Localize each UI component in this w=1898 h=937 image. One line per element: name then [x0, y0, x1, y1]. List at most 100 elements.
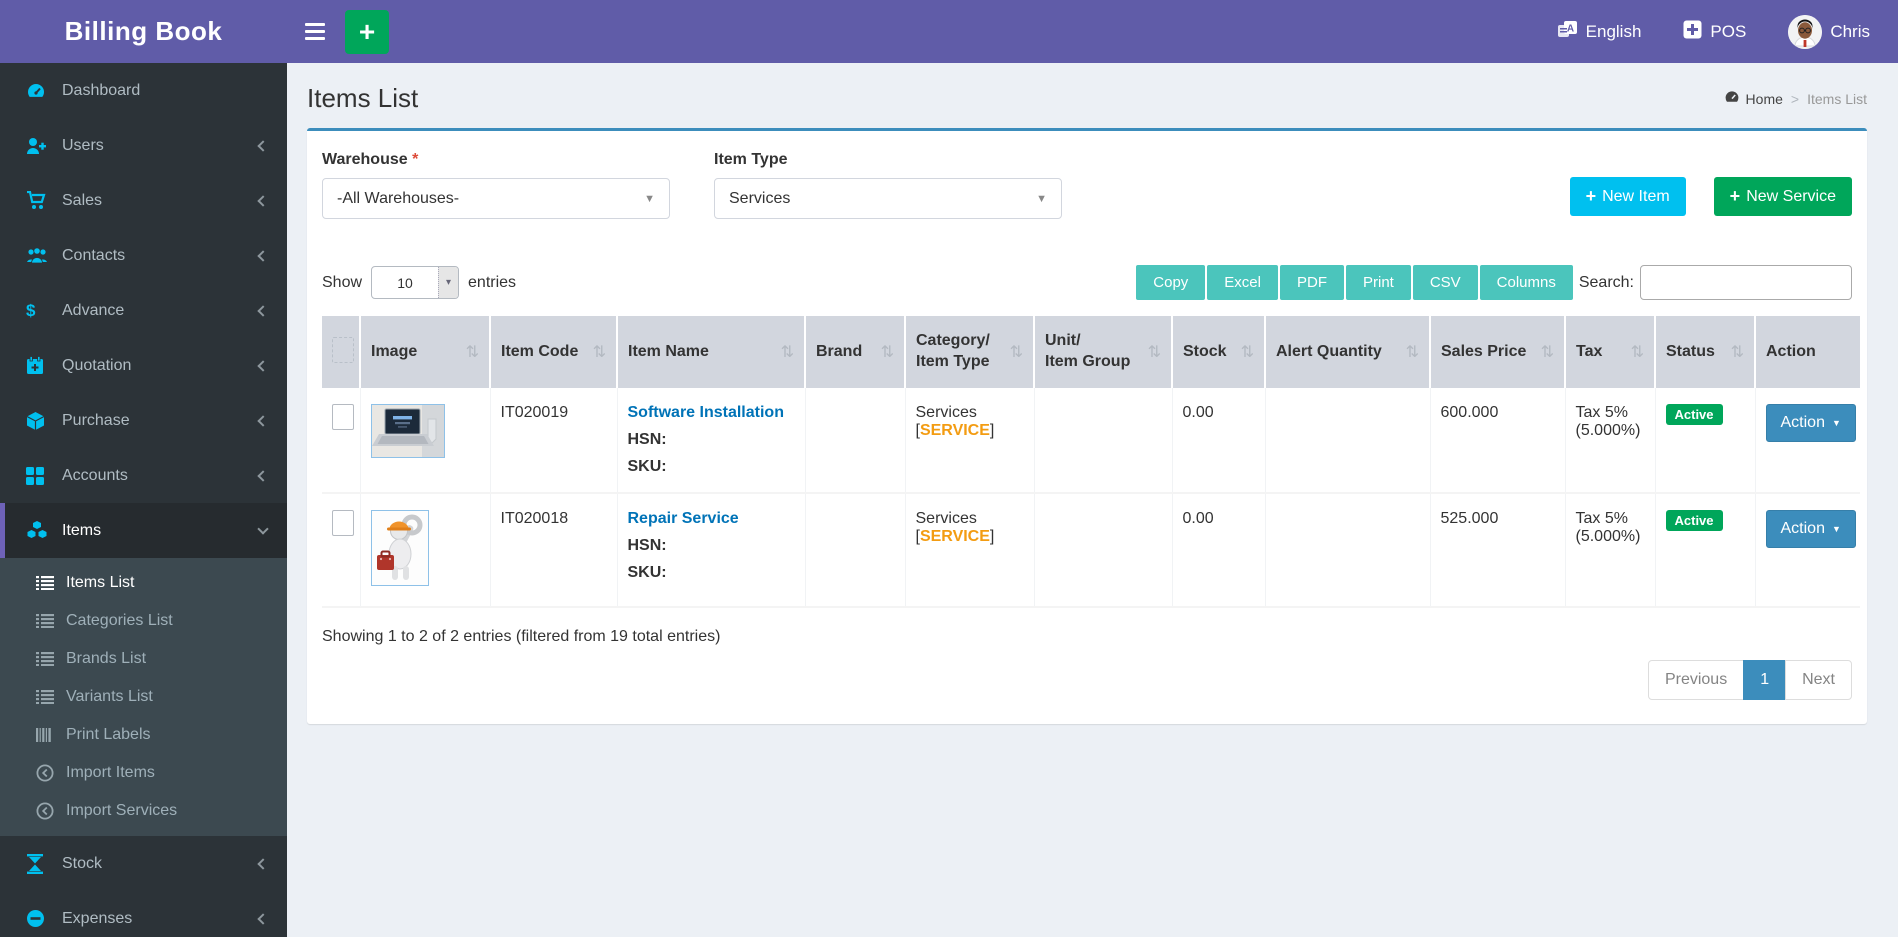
new-item-button[interactable]: + New Item [1569, 177, 1686, 216]
sidebar-subitem-brands-list[interactable]: Brands List [0, 640, 287, 678]
sidebar-subitem-import-services[interactable]: Import Services [0, 792, 287, 830]
sort-icon: ⇅ [1240, 343, 1254, 361]
item-name-link[interactable]: Software Installation [628, 404, 795, 422]
action-dropdown-button[interactable]: Action ▼ [1765, 404, 1856, 442]
sidebar-item-users[interactable]: Users [0, 118, 287, 173]
grid-icon [26, 466, 62, 485]
language-menu[interactable]: A English [1557, 19, 1641, 45]
sidebar-item-label: Stock [62, 854, 103, 872]
pos-button[interactable]: POS [1683, 20, 1746, 44]
hourglass-icon [26, 853, 62, 874]
main-content: Items List Home > Items List Warehouse *… [287, 63, 1898, 724]
column-header-unit[interactable]: Unit/ Item Group ⇅ [1033, 316, 1172, 388]
sort-icon: ⇅ [1730, 343, 1744, 361]
item-image-repair[interactable] [370, 510, 429, 586]
new-service-button[interactable]: + New Service [1713, 177, 1852, 216]
chevron-left-icon [257, 194, 269, 207]
row-checkbox[interactable] [332, 510, 354, 536]
pagination-next-button[interactable]: Next [1785, 660, 1852, 700]
item-name-link[interactable]: Repair Service [628, 510, 795, 528]
list-icon [36, 690, 66, 704]
select-all-checkbox[interactable] [332, 336, 354, 363]
list-icon [36, 614, 66, 628]
unit-cell [1033, 493, 1172, 608]
sidebar-item-dashboard[interactable]: Dashboard [0, 63, 287, 118]
warehouse-select[interactable]: -All Warehouses- ▼ [322, 178, 670, 219]
sidebar-subitem-items-list[interactable]: Items List [0, 564, 287, 602]
item-type-select[interactable]: Services ▼ [714, 178, 1062, 219]
columns-button[interactable]: Columns [1479, 265, 1573, 300]
column-header-status[interactable]: Status ⇅ [1654, 316, 1755, 388]
items-list-card: Warehouse * -All Warehouses- ▼ Item Type… [307, 128, 1867, 724]
sidebar-item-purchase[interactable]: Purchase [0, 393, 287, 448]
caret-down-icon: ▼ [1831, 418, 1841, 428]
caret-down-icon: ▼ [1036, 192, 1047, 205]
status-badge: Active [1665, 510, 1723, 531]
sidebar-subitem-label: Print Labels [66, 726, 151, 743]
sidebar-subitem-print-labels[interactable]: Print Labels [0, 716, 287, 754]
sidebar-subitem-label: Items List [66, 574, 135, 591]
plus-icon: + [358, 15, 376, 47]
caret-down-icon: ▼ [1831, 524, 1841, 534]
page-length-select[interactable]: 10 ▾ [371, 266, 460, 299]
sidebar-subitem-label: Brands List [66, 650, 147, 667]
sidebar-subitem-import-items[interactable]: Import Items [0, 754, 287, 792]
chevron-left-icon [257, 359, 269, 372]
column-header-sales-price[interactable]: Sales Price ⇅ [1429, 316, 1565, 388]
excel-button[interactable]: Excel [1207, 265, 1278, 300]
sidebar-subitem-categories-list[interactable]: Categories List [0, 602, 287, 640]
items-submenu: Items List Categories List Brands List V… [0, 558, 287, 836]
pdf-button[interactable]: PDF [1279, 265, 1344, 300]
sales-price-cell: 600.000 [1429, 388, 1565, 494]
entries-label: entries [468, 273, 517, 291]
csv-button[interactable]: CSV [1412, 265, 1478, 300]
sidebar-item-stock[interactable]: Stock [0, 836, 287, 891]
sidebar-item-label: Sales [62, 191, 103, 209]
search-input[interactable] [1640, 265, 1852, 300]
sidebar-item-quotation[interactable]: Quotation [0, 338, 287, 393]
brand-cell [804, 493, 905, 608]
column-header-brand[interactable]: Brand ⇅ [804, 316, 905, 388]
tax-value: Tax 5% [1575, 404, 1628, 421]
column-header-alert-quantity[interactable]: Alert Quantity ⇅ [1264, 316, 1430, 388]
table-header-row: Image ⇅ Item Code ⇅ Item Name ⇅ Brand ⇅ Cate… [322, 316, 1860, 388]
column-header-stock[interactable]: Stock ⇅ [1171, 316, 1265, 388]
sidebar-item-contacts[interactable]: Contacts [0, 228, 287, 283]
stock-cell: 0.00 [1171, 493, 1265, 608]
sidebar-subitem-variants-list[interactable]: Variants List [0, 678, 287, 716]
sidebar-item-accounts[interactable]: Accounts [0, 448, 287, 503]
chevron-left-icon [257, 249, 269, 262]
column-header-category[interactable]: Category/ Item Type ⇅ [904, 316, 1034, 388]
sidebar-item-items[interactable]: Items [0, 503, 287, 558]
copy-button[interactable]: Copy [1136, 265, 1206, 300]
item-image-laptop[interactable] [370, 404, 445, 458]
pagination-previous-button[interactable]: Previous [1647, 660, 1745, 700]
breadcrumb-home-link[interactable]: Home [1724, 89, 1783, 108]
sort-icon: ⇅ [465, 343, 479, 361]
print-button[interactable]: Print [1345, 265, 1411, 300]
tax-value: Tax 5% [1575, 510, 1628, 527]
caret-down-icon: ▼ [644, 192, 655, 205]
chevron-left-icon [257, 139, 269, 152]
tax-rate: (5.000%) [1575, 422, 1641, 439]
row-checkbox[interactable] [332, 404, 354, 430]
column-header-image[interactable]: Image ⇅ [359, 316, 490, 388]
minus-circle-icon [26, 909, 62, 928]
quick-add-button[interactable]: + [345, 9, 389, 54]
content-header: Items List Home > Items List [307, 63, 1867, 128]
sidebar-item-sales[interactable]: Sales [0, 173, 287, 228]
required-asterisk: * [412, 151, 419, 168]
action-dropdown-button[interactable]: Action ▼ [1765, 510, 1856, 548]
column-header-tax[interactable]: Tax ⇅ [1564, 316, 1655, 388]
app-logo[interactable]: Billing Book [0, 0, 287, 63]
sidebar-subitem-label: Import Items [66, 764, 155, 781]
column-header-item-code[interactable]: Item Code ⇅ [489, 316, 617, 388]
sort-icon: ⇅ [880, 343, 894, 361]
sidebar-item-expenses[interactable]: Expenses [0, 891, 287, 937]
user-menu[interactable]: Chris [1788, 14, 1870, 49]
item-type-tag: [SERVICE] [915, 422, 995, 439]
pagination-page-1-button[interactable]: 1 [1743, 660, 1787, 700]
sidebar-item-advance[interactable]: $ Advance [0, 283, 287, 338]
column-header-item-name[interactable]: Item Name ⇅ [616, 316, 805, 388]
sidebar-toggle-button[interactable] [287, 0, 343, 63]
